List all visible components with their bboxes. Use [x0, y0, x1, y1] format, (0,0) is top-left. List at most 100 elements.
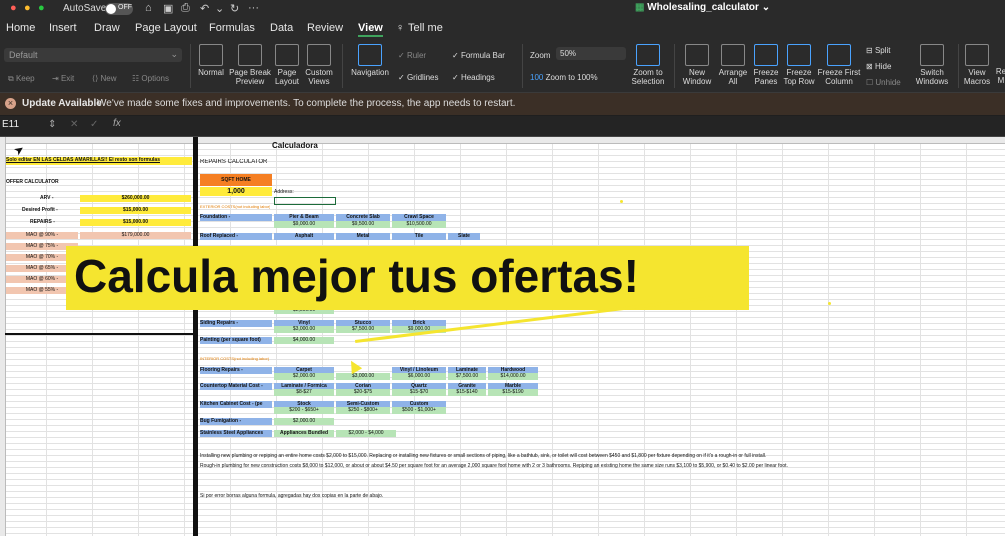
gridlines-checkbox[interactable]: ✓ Gridlines: [398, 73, 439, 82]
menu-draw[interactable]: Draw: [94, 22, 120, 34]
title-bar: ● ● ● AutoSave OFF ⌂ ▣ ⎙ ↶ ⌄ ↻ ··· ▦ Who…: [0, 0, 1005, 18]
undo-icon[interactable]: ↶: [200, 2, 209, 15]
close-icon[interactable]: ×: [5, 98, 16, 109]
freeze-first-column-button[interactable]: Freeze First Column: [816, 44, 862, 86]
name-box-stepper-icon[interactable]: ⇕: [48, 119, 56, 130]
switch-windows-label: Switch Windows: [915, 68, 949, 86]
options-label: Options: [141, 74, 169, 83]
menu-data[interactable]: Data: [270, 22, 293, 34]
page-layout-button[interactable]: Page Layout: [272, 44, 302, 86]
chevron-down-icon: ⌄: [170, 49, 178, 59]
page-break-label: Page Break Preview: [229, 68, 271, 86]
more-icon[interactable]: ···: [248, 2, 259, 14]
freeze-top-row-icon: [787, 44, 811, 66]
keep-button[interactable]: ⧉ Keep: [8, 74, 35, 84]
ribbon-separator: [342, 44, 343, 88]
flooring-value-3: $6,000.00: [392, 373, 446, 380]
switch-windows-button[interactable]: Switch Windows: [912, 44, 952, 86]
freeze-panes-button[interactable]: Freeze Panes: [750, 44, 782, 86]
mao-90-value: $179,000.00: [80, 232, 191, 239]
profit-value-cell[interactable]: $15,000.00: [80, 207, 191, 214]
menu-view[interactable]: View: [358, 22, 383, 37]
unhide-button[interactable]: ☐ Unhide: [866, 78, 901, 87]
yellow-dot: [828, 302, 831, 305]
custom-views-button[interactable]: Custom Views: [302, 44, 336, 86]
enter-icon[interactable]: ✓: [90, 119, 98, 130]
record-macro-button[interactable]: Re M: [995, 44, 1005, 85]
ruler-checkbox[interactable]: ✓ Ruler: [398, 51, 426, 60]
row-divider: [5, 333, 193, 335]
document-title: ▦ Wholesaling_calculator ⌄: [635, 2, 771, 13]
formula-input[interactable]: [130, 118, 1000, 134]
update-bar: × Update Available We've made some fixes…: [0, 93, 1005, 115]
new-button[interactable]: ⟨⟩ New: [92, 74, 116, 83]
sqft-home-value-cell[interactable]: 1,000: [200, 187, 272, 196]
flooring-value-1: $2,000.00: [274, 373, 334, 380]
unhide-label: Unhide: [875, 78, 901, 87]
normal-view-button[interactable]: Normal: [196, 44, 226, 77]
normal-label: Normal: [198, 68, 224, 77]
zoom-label: Zoom: [530, 51, 551, 60]
repairs-value-cell[interactable]: $15,000.00: [80, 219, 191, 226]
view-macros-button[interactable]: View Macros: [962, 44, 992, 86]
document-name: Wholesaling_calculator: [647, 2, 759, 13]
undo-dropdown-icon[interactable]: ⌄: [215, 2, 224, 15]
update-title: Update Available: [22, 98, 102, 109]
zoom-selection-button[interactable]: Zoom to Selection: [628, 44, 668, 86]
foundation-header-1: Pier & Beam: [274, 214, 334, 221]
tell-me-search[interactable]: Tell me: [408, 22, 443, 34]
flooring-value-5: $14,000.00: [488, 373, 538, 380]
sheet-view-dropdown[interactable]: Default ⌄: [4, 48, 182, 62]
menu-insert[interactable]: Insert: [49, 22, 77, 34]
mao-90-label: MAO @ 90% -: [6, 232, 78, 239]
navigation-icon: [358, 44, 382, 66]
menu-page-layout[interactable]: Page Layout: [135, 22, 197, 34]
exterior-costs-note: EXTERIOR COSTS(not including labor): [200, 204, 271, 209]
custom-views-icon: [307, 44, 331, 66]
active-cell-e11[interactable]: [274, 197, 336, 205]
close-window-icon[interactable]: ●: [10, 2, 17, 14]
new-window-label: New Window: [682, 68, 712, 86]
autosave-toggle[interactable]: OFF: [105, 3, 133, 15]
custom-views-label: Custom Views: [305, 68, 333, 86]
minimize-window-icon[interactable]: ●: [24, 2, 31, 14]
navigation-button[interactable]: Navigation: [348, 44, 392, 77]
arrange-all-button[interactable]: Arrange All: [716, 44, 750, 86]
zoom-100-button[interactable]: 100 Zoom to 100%: [530, 73, 598, 82]
flooring-value-4: $7,500.00: [448, 373, 486, 380]
arv-value-cell[interactable]: $260,000.00: [80, 195, 191, 202]
excel-icon: ▦: [635, 2, 645, 13]
ribbon-separator: [674, 44, 675, 88]
fx-icon[interactable]: fx: [113, 118, 121, 129]
save-icon[interactable]: ▣: [163, 2, 173, 15]
hide-button[interactable]: ⊠ Hide: [866, 62, 891, 71]
menu-home[interactable]: Home: [6, 22, 35, 34]
menu-review[interactable]: Review: [307, 22, 343, 34]
freeze-first-column-icon: [827, 44, 851, 66]
headings-checkbox[interactable]: ✓ Headings: [452, 73, 495, 82]
freeze-top-row-button[interactable]: Freeze Top Row: [782, 44, 816, 86]
maximize-window-icon[interactable]: ●: [38, 2, 45, 14]
page-break-preview-button[interactable]: Page Break Preview: [228, 44, 272, 86]
page-break-icon: [238, 44, 262, 66]
countertop-label: Countertop Material Cost -: [200, 383, 272, 390]
countertop-value-3: $15-$70: [392, 389, 446, 396]
exit-button[interactable]: ⇥ Exit: [52, 74, 74, 83]
home-icon[interactable]: ⌂: [145, 2, 152, 14]
spreadsheet-grid[interactable]: Solo editar EN LAS CELDAS AMARILLAS!! El…: [0, 137, 1005, 536]
cancel-icon[interactable]: ✕: [70, 119, 78, 130]
new-window-button[interactable]: New Window: [680, 44, 714, 86]
zoom-select[interactable]: 50%: [556, 47, 626, 60]
menu-formulas[interactable]: Formulas: [209, 22, 255, 34]
toggle-state: OFF: [118, 4, 132, 11]
split-button[interactable]: ⊟ Split: [866, 46, 891, 55]
update-message: We've made some fixes and improvements. …: [97, 98, 516, 109]
lightbulb-icon: ♀: [396, 22, 405, 34]
print-icon[interactable]: ⎙: [181, 2, 190, 15]
options-button[interactable]: ☷ Options: [132, 74, 169, 83]
redo-icon[interactable]: ↻: [230, 2, 239, 15]
painting-value: $4,000.00: [274, 337, 334, 344]
column-headers: [0, 137, 1005, 144]
formula-bar-checkbox[interactable]: ✓ Formula Bar: [452, 51, 505, 60]
ribbon: Default ⌄ ⧉ Keep ⇥ Exit ⟨⟩ New ☷ Options …: [0, 40, 1005, 93]
